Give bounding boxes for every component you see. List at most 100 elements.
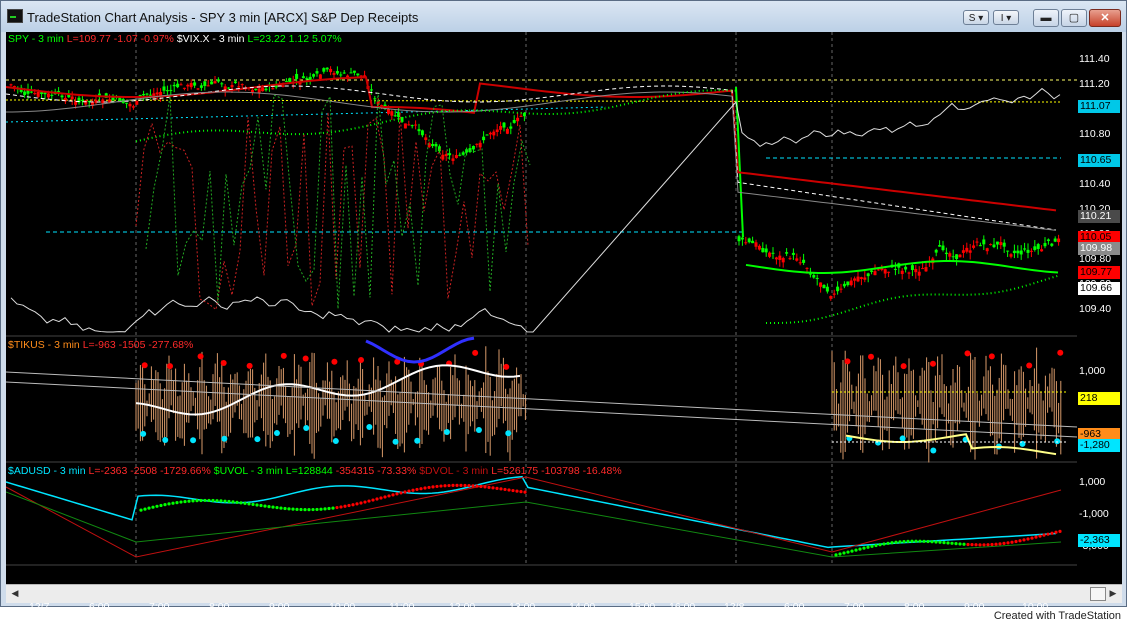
adusd-dot-marker <box>523 490 527 494</box>
price-candle <box>349 72 353 74</box>
price-candle <box>1009 254 1013 257</box>
horizontal-scrollbar[interactable]: ◀ ▶ <box>6 584 1122 603</box>
vix-change: 1.12 <box>288 33 310 45</box>
chart-canvas[interactable]: SPY - 3 min L=109.77 -1.07 -0.97% $VIX.X… <box>5 32 1078 613</box>
adusd-dot-marker <box>179 500 183 504</box>
tikus-last-value-badge: 218 <box>1078 392 1120 405</box>
adusd-dot-marker <box>1014 539 1018 544</box>
dvol-pct: -16.48% <box>582 465 622 477</box>
adusd-dot-marker <box>231 500 235 504</box>
adusd-dot-marker <box>838 552 842 556</box>
tikus-last-value-badge: -1,280 <box>1078 439 1120 452</box>
adusd-dot-marker <box>1042 533 1046 537</box>
tikus-pane-header: $TIKUS - 3 min L=-963 -1505 -277.68% <box>8 339 193 351</box>
price-candle <box>492 131 496 136</box>
price-candle <box>1050 243 1054 246</box>
price-candle <box>978 245 982 247</box>
price-candle <box>322 68 326 72</box>
adusd-dot-marker <box>882 542 886 546</box>
adusd-dot-marker <box>435 484 439 489</box>
price-last-value-badge: 109.98 <box>1078 242 1120 255</box>
tikus-axis-tick: 1,000 <box>1079 365 1106 377</box>
adusd-dot-marker <box>954 542 958 546</box>
tradestation-app-icon[interactable] <box>7 9 23 23</box>
adusd-dot-marker <box>243 501 247 505</box>
close-button[interactable]: ✕ <box>1089 9 1121 27</box>
price-candle <box>295 73 299 79</box>
adusd-dot-marker <box>974 543 978 547</box>
adusd-dot-marker <box>1054 530 1058 534</box>
price-candle <box>356 73 360 76</box>
price-candle <box>829 296 833 299</box>
adusd-dot-marker <box>387 494 391 498</box>
adusd-dot-marker <box>870 544 874 548</box>
adusd-dot-marker <box>363 500 367 504</box>
price-candle <box>1019 250 1023 255</box>
title-bar[interactable]: TradeStation Chart Analysis - SPY 3 min … <box>1 1 1126 32</box>
adusd-dot-marker <box>151 505 155 509</box>
style-dropdown-button[interactable]: S ▾ <box>963 10 989 25</box>
price-candle <box>968 250 972 253</box>
price-candle <box>441 154 445 160</box>
price-axis-tick: 110.40 <box>1079 178 1111 190</box>
moving-average <box>5 85 1057 231</box>
adusd-last: L=-2363 <box>88 465 128 477</box>
price-candle <box>60 95 64 98</box>
scroll-thumb[interactable] <box>1090 587 1106 601</box>
trend-dots <box>765 274 1061 325</box>
minimize-button[interactable]: ▬ <box>1033 9 1059 27</box>
price-candle <box>131 106 135 108</box>
scroll-left-arrow-icon[interactable]: ◀ <box>8 587 22 600</box>
price-candle <box>417 129 421 132</box>
price-candle <box>240 84 244 86</box>
tick-trough-marker <box>930 447 937 454</box>
price-candle <box>975 241 979 243</box>
price-candle <box>424 137 428 141</box>
price-candle <box>815 277 819 279</box>
adusd-dot-marker <box>299 507 303 512</box>
tick-trough-marker <box>1054 438 1061 445</box>
adusd-axis-tick: 1,000 <box>1079 476 1106 488</box>
adusd-dot-marker <box>171 501 175 505</box>
adusd-dot-marker <box>367 499 371 503</box>
price-candle <box>778 255 782 260</box>
scroll-right-arrow-icon[interactable]: ▶ <box>1106 587 1120 600</box>
tick-trough-marker <box>140 430 147 437</box>
adusd-dot-marker <box>371 498 375 502</box>
price-candle <box>1053 238 1057 242</box>
indicator-dropdown-button[interactable]: I ▾ <box>993 10 1019 25</box>
price-candle <box>189 83 193 88</box>
tikus-symbol: $TIKUS - 3 min <box>8 339 80 351</box>
adusd-dot-marker <box>379 496 383 500</box>
price-candle <box>938 245 942 247</box>
value-axis[interactable]: 111.40111.20111.00110.80110.60110.40110.… <box>1077 32 1122 584</box>
price-candle <box>846 281 850 286</box>
price-candle <box>1043 243 1047 247</box>
price-candle <box>373 98 377 100</box>
price-candle <box>499 126 503 130</box>
tick-peak-marker <box>844 358 851 365</box>
price-candle <box>227 87 231 89</box>
close-icon: ✕ <box>1100 12 1110 24</box>
adusd-symbol: $ADUSD - 3 min <box>8 465 86 477</box>
price-candle <box>305 78 309 80</box>
price-candle <box>216 79 220 82</box>
price-candle <box>165 90 169 92</box>
chart-svg[interactable] <box>5 32 1078 584</box>
price-candle <box>893 268 897 270</box>
moving-average <box>5 91 1057 231</box>
adusd-dot-marker <box>1018 539 1022 543</box>
adusd-dot-marker <box>235 500 239 504</box>
adusd-dot-marker <box>994 542 998 546</box>
uvol-change: -354315 <box>335 465 375 477</box>
maximize-button[interactable]: ▢ <box>1061 9 1087 27</box>
adusd-dot-marker <box>1010 540 1014 544</box>
maximize-icon: ▢ <box>1068 12 1080 24</box>
dvol-last: L=526175 <box>491 465 539 477</box>
price-candle <box>764 248 768 253</box>
price-candle <box>505 128 509 134</box>
price-candle <box>836 286 840 292</box>
price-candle <box>342 72 346 74</box>
adusd-dot-marker <box>930 540 934 544</box>
adusd-dot-marker <box>287 507 291 511</box>
